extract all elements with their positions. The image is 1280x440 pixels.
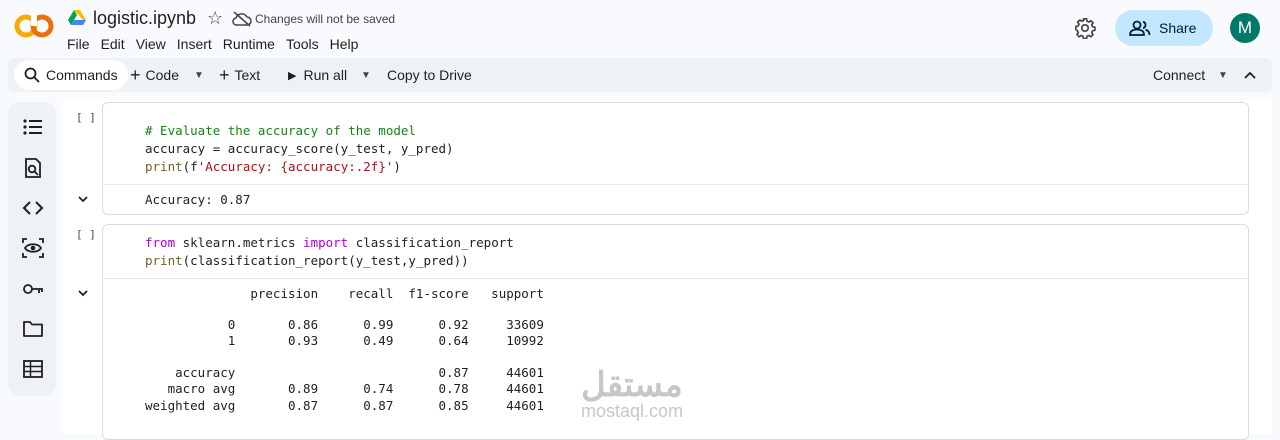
menu-bar: File Edit View Insert Runtime Tools Help bbox=[67, 36, 369, 52]
connect-label: Connect bbox=[1153, 67, 1206, 83]
notebook-title[interactable]: logistic.ipynb bbox=[93, 8, 196, 29]
connect-button[interactable]: Connect bbox=[1153, 58, 1205, 92]
menu-help[interactable]: Help bbox=[330, 36, 359, 52]
text-label: Text bbox=[234, 67, 261, 83]
output-divider bbox=[103, 184, 1248, 185]
code-cell[interactable]: # Evaluate the accuracy of the model acc… bbox=[102, 102, 1249, 215]
code-line: # Evaluate the accuracy of the model bbox=[145, 123, 416, 138]
table-of-contents-icon[interactable] bbox=[22, 116, 44, 138]
plus-icon: + bbox=[219, 64, 230, 85]
run-all-label: Run all bbox=[303, 67, 348, 83]
code-line: print(f'Accuracy: {accuracy:.2f}') bbox=[145, 159, 401, 174]
collapse-toolbar-icon[interactable] bbox=[1244, 58, 1256, 92]
menu-view[interactable]: View bbox=[136, 36, 166, 52]
code-label: Code bbox=[145, 67, 179, 83]
report-row-class-1: 1 0.93 0.49 0.64 10992 bbox=[145, 333, 544, 348]
cell-run-button[interactable]: [ ] bbox=[76, 111, 96, 124]
report-row-weighted-avg: weighted avg 0.87 0.87 0.85 44601 bbox=[145, 398, 544, 413]
watermark-arabic-text: مستقل bbox=[581, 366, 683, 404]
colab-logo-icon[interactable] bbox=[14, 12, 54, 40]
code-snippets-icon[interactable] bbox=[22, 197, 44, 219]
add-code-button[interactable]: + Code bbox=[130, 58, 179, 92]
chevron-down-icon[interactable] bbox=[77, 193, 89, 205]
run-dropdown-icon[interactable]: ▼ bbox=[361, 58, 371, 92]
google-drive-icon[interactable] bbox=[68, 10, 86, 26]
output-divider bbox=[103, 278, 1248, 279]
cloud-off-icon bbox=[232, 11, 252, 27]
report-header-row: precision recall f1-score support bbox=[145, 286, 544, 301]
search-icon bbox=[24, 67, 40, 83]
add-text-button[interactable]: + Text bbox=[219, 58, 260, 92]
copy-to-drive-label: Copy to Drive bbox=[387, 67, 472, 83]
left-sidebar bbox=[8, 102, 56, 396]
header: logistic.ipynb ☆ Changes will not be sav… bbox=[0, 0, 1280, 58]
copy-to-drive-button[interactable]: Copy to Drive bbox=[387, 58, 472, 92]
code-line: accuracy = accuracy_score(y_test, y_pred… bbox=[145, 141, 454, 156]
report-row-accuracy: accuracy 0.87 44601 bbox=[145, 365, 544, 380]
output-text: Accuracy: 0.87 bbox=[145, 192, 251, 207]
chevron-down-icon[interactable] bbox=[77, 287, 89, 299]
share-label: Share bbox=[1159, 20, 1197, 36]
menu-insert[interactable]: Insert bbox=[177, 36, 212, 52]
play-icon: ▶ bbox=[288, 69, 297, 82]
menu-runtime[interactable]: Runtime bbox=[223, 36, 275, 52]
data-table-icon[interactable] bbox=[22, 358, 44, 380]
watermark-latin-text: mostaql.com bbox=[581, 401, 684, 421]
save-status-text: Changes will not be saved bbox=[255, 12, 396, 26]
avatar[interactable]: M bbox=[1230, 13, 1260, 43]
cell-run-button[interactable]: [ ] bbox=[76, 228, 96, 241]
commands-label: Commands bbox=[46, 67, 118, 83]
variables-icon[interactable] bbox=[22, 237, 44, 259]
files-folder-icon[interactable] bbox=[22, 318, 44, 340]
toolbar: Commands + Code ▼ + Text ▶ Run all ▼ Cop… bbox=[8, 58, 1272, 92]
connect-dropdown-icon[interactable]: ▼ bbox=[1218, 58, 1228, 92]
report-row-macro-avg: macro avg 0.89 0.74 0.78 44601 bbox=[145, 381, 544, 396]
plus-icon: + bbox=[130, 64, 141, 85]
menu-edit[interactable]: Edit bbox=[101, 36, 125, 52]
run-all-button[interactable]: ▶ Run all bbox=[288, 58, 347, 92]
share-button[interactable]: Share bbox=[1115, 10, 1213, 46]
find-icon[interactable] bbox=[22, 157, 44, 179]
commands-button[interactable]: Commands bbox=[14, 60, 128, 90]
watermark-logo: مستقل mostaql.com bbox=[581, 366, 684, 421]
people-icon bbox=[1129, 20, 1151, 36]
menu-file[interactable]: File bbox=[67, 36, 90, 52]
menu-tools[interactable]: Tools bbox=[286, 36, 319, 52]
code-line: print(classification_report(y_test,y_pre… bbox=[145, 253, 469, 268]
secrets-key-icon[interactable] bbox=[22, 278, 44, 300]
code-line: from sklearn.metrics import classificati… bbox=[145, 235, 514, 250]
gear-icon[interactable] bbox=[1074, 17, 1096, 39]
star-icon[interactable]: ☆ bbox=[207, 8, 223, 29]
code-dropdown-icon[interactable]: ▼ bbox=[194, 58, 204, 92]
report-row-class-0: 0 0.86 0.99 0.92 33609 bbox=[145, 317, 544, 332]
